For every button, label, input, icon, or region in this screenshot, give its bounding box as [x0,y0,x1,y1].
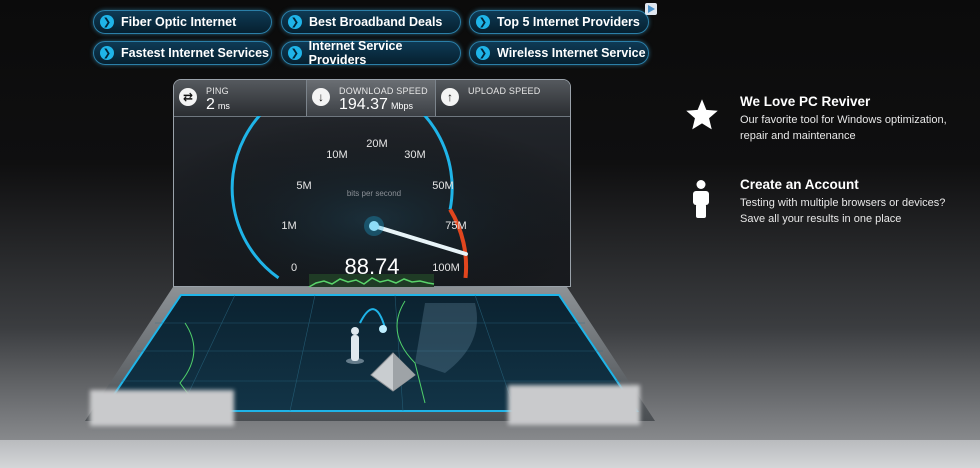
promo-title: Create an Account [740,177,859,192]
ad-link-service-providers[interactable]: ❯ Internet Service Providers [281,39,461,67]
chevron-right-icon: ❯ [288,15,302,29]
promo-text: Our favorite tool for Windows optimizati… [740,114,947,142]
gauge-tick-50m: 50M [432,180,453,192]
upload-readout: ↑ UPLOAD SPEED [436,80,570,116]
gauge-tick-100m: 100M [432,262,460,274]
ad-link-label: Fiber Optic Internet [121,15,237,29]
ad-link-fiber-optic[interactable]: ❯ Fiber Optic Internet [93,10,272,34]
upload-arrow-icon: ↑ [441,88,459,106]
ad-link-label: Wireless Internet Service [497,46,646,60]
chevron-right-icon: ❯ [100,15,114,29]
promo-title: We Love PC Reviver [740,94,871,109]
download-value-line: 194.37 Mbps [339,96,413,114]
blurred-region-right [508,385,640,425]
download-unit: Mbps [390,101,413,111]
ping-unit: ms [217,101,230,111]
ad-link-label: Fastest Internet Services [121,46,269,60]
ping-readout: ⇄ PING 2 ms [174,80,306,116]
download-arrow-icon: ↓ [312,88,330,106]
ad-choices-icon[interactable] [645,3,657,15]
promo-create-account[interactable]: Create an Account Testing with multiple … [740,177,970,227]
speed-readout-bar: ⇄ PING 2 ms ↓ DOWNLOAD SPEED 194.37 Mbps ↑… [174,80,570,117]
promo-text: Testing with multiple browsers or device… [740,197,946,225]
ad-link-wireless-service[interactable]: ❯ Wireless Internet Service [469,41,649,65]
chevron-right-icon: ❯ [100,46,114,60]
chevron-right-icon: ❯ [476,15,490,29]
ad-link-label: Best Broadband Deals [309,15,443,29]
ad-link-label: Top 5 Internet Providers [497,15,640,29]
download-readout: ↓ DOWNLOAD SPEED 194.37 Mbps [306,80,436,116]
page-floor [0,440,980,468]
gauge-tick-5m: 5M [296,180,311,192]
gauge-units-label: bits per second [347,189,401,198]
gauge-tick-0: 0 [291,262,297,274]
gauge-tick-10m: 10M [326,149,347,161]
gauge-tick-20m: 20M [366,138,387,150]
gauge-hub-glow [364,216,384,236]
chevron-right-icon: ❯ [288,46,302,60]
gauge-tick-30m: 30M [404,149,425,161]
download-value: 194.37 [339,96,388,113]
ping-label: PING [206,86,229,96]
speedtest-panel: ⇄ PING 2 ms ↓ DOWNLOAD SPEED 194.37 Mbps ↑… [173,79,571,288]
promo-pc-reviver[interactable]: We Love PC Reviver Our favorite tool for… [740,94,970,144]
ping-value: 2 [206,96,215,113]
ping-value-line: 2 ms [206,96,230,114]
chevron-right-icon: ❯ [476,46,490,60]
ad-link-broadband-deals[interactable]: ❯ Best Broadband Deals [281,10,461,34]
ad-link-label: Internet Service Providers [308,39,403,67]
ad-link-top-providers[interactable]: ❯ Top 5 Internet Providers [469,10,649,34]
server-location-icon [379,325,387,333]
speed-gauge: 0 1M 5M 10M 20M 30M 50M 75M 100M bits pe… [174,116,570,288]
blurred-region-left [90,390,234,426]
gauge-tick-1m: 1M [281,220,296,232]
ad-link-fastest-services[interactable]: ❯ Fastest Internet Services [93,41,272,65]
upload-label: UPLOAD SPEED [468,86,541,96]
gauge-tick-75m: 75M [445,220,466,232]
ping-icon: ⇄ [179,88,197,106]
star-icon [686,99,718,130]
person-icon [693,180,709,218]
download-label: DOWNLOAD SPEED [339,86,428,96]
